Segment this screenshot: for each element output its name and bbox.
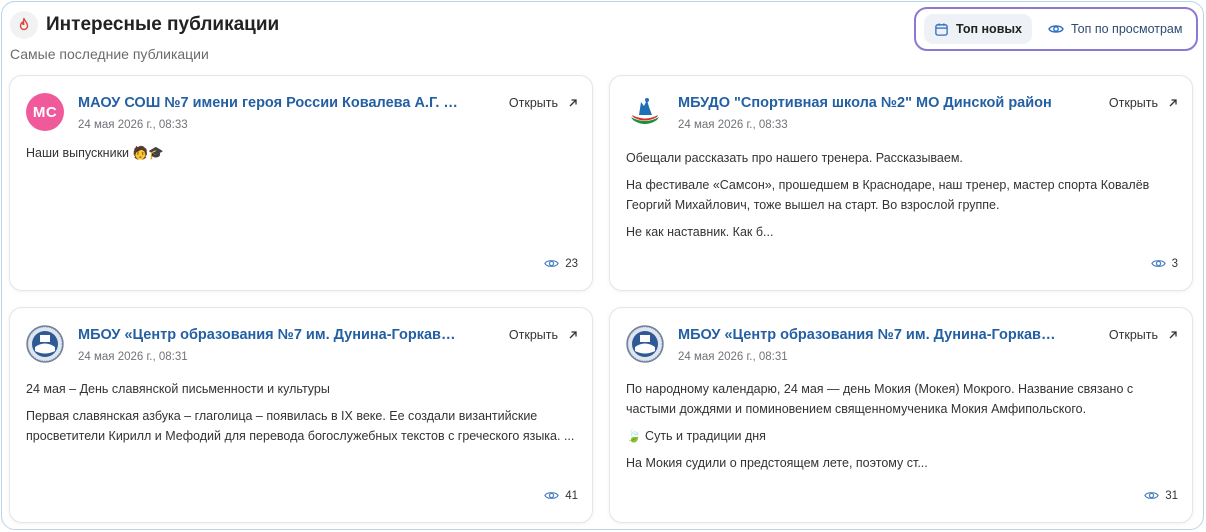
views-value: 23	[565, 257, 578, 270]
post-paragraph: На фестивале «Самсон», прошедшем в Красн…	[626, 178, 1150, 212]
arrow-up-right-icon	[1169, 99, 1177, 107]
fire-icon	[10, 11, 38, 39]
eye-icon	[1048, 25, 1064, 33]
top-new-button[interactable]: Топ новых	[924, 14, 1033, 44]
post-paragraph: Наши выпускники 🧑🎓	[26, 146, 164, 160]
views-value: 31	[1165, 489, 1178, 502]
post-paragraph: 🍃 Суть и традиции дня	[626, 429, 766, 443]
post-body: 24 мая – День славянской письменности и …	[26, 379, 576, 453]
post-author-link[interactable]: МБУДО "Спортивная школа №2" МО Динской р…	[678, 95, 1058, 111]
post-body: Обещали рассказать про нашего тренера. Р…	[626, 148, 1176, 249]
page-subtitle: Самые последние публикации	[10, 46, 209, 62]
calendar-icon	[935, 22, 948, 36]
sort-switch: Топ новых Топ по просмотрам	[914, 7, 1198, 51]
post-body: По народному календарю, 24 мая — день Мо…	[626, 379, 1176, 480]
post-body: Наши выпускники 🧑🎓	[26, 143, 576, 170]
views-value: 3	[1171, 257, 1178, 270]
open-label: Открыть	[1108, 328, 1158, 342]
page-title: Интересные публикации	[46, 14, 280, 35]
open-button[interactable]: Открыть	[509, 328, 578, 342]
top-new-label: Топ новых	[956, 22, 1023, 36]
post-author-link[interactable]: МБОУ «Центр образования №7 им. Дунина-Го…	[678, 327, 1058, 343]
post-date: 24 мая 2026 г., 08:33	[678, 119, 788, 131]
views-count: 23	[544, 256, 578, 271]
top-views-button[interactable]: Топ по просмотрам	[1038, 14, 1192, 44]
views-count: 31	[1144, 488, 1178, 503]
sports-school-logo[interactable]	[626, 93, 664, 131]
top-views-label: Топ по просмотрам	[1071, 22, 1183, 36]
post-card[interactable]: МБОУ «Центр образования №7 им. Дунина-Го…	[9, 307, 593, 523]
publications-widget: Интересные публикации Самые последние пу…	[1, 1, 1204, 530]
post-date: 24 мая 2026 г., 08:31	[678, 351, 788, 363]
education-center-emblem[interactable]	[26, 325, 64, 363]
open-label: Открыть	[508, 96, 558, 110]
post-date: 24 мая 2026 г., 08:33	[78, 119, 188, 131]
avatar[interactable]: МС	[26, 93, 64, 131]
eye-icon	[544, 492, 559, 499]
open-button[interactable]: Открыть	[1109, 328, 1178, 342]
post-paragraph: 24 мая – День славянской письменности и …	[26, 382, 330, 396]
views-count: 41	[544, 488, 578, 503]
open-label: Открыть	[1108, 96, 1158, 110]
arrow-up-right-icon	[569, 331, 577, 339]
avatar-initials: МС	[32, 103, 58, 121]
open-button[interactable]: Открыть	[1109, 96, 1178, 110]
post-card[interactable]: МБОУ «Центр образования №7 им. Дунина-Го…	[609, 307, 1193, 523]
education-center-emblem[interactable]	[626, 325, 664, 363]
eye-icon	[544, 260, 559, 267]
post-card[interactable]: МС МАОУ СОШ №7 имени героя России Ковале…	[9, 75, 593, 291]
post-author-link[interactable]: МАОУ СОШ №7 имени героя России Ковалева …	[78, 95, 458, 111]
post-paragraph: Не как наставник. Как б...	[626, 225, 774, 239]
post-date: 24 мая 2026 г., 08:31	[78, 351, 188, 363]
post-author-link[interactable]: МБОУ «Центр образования №7 им. Дунина-Го…	[78, 327, 458, 343]
post-paragraph: По народному календарю, 24 мая — день Мо…	[626, 382, 1134, 416]
post-card[interactable]: МБУДО "Спортивная школа №2" МО Динской р…	[609, 75, 1193, 291]
views-count: 3	[1150, 256, 1178, 271]
open-label: Открыть	[508, 328, 558, 342]
post-paragraph: Первая славянская азбука – глаголица – п…	[26, 409, 575, 443]
post-paragraph: На Мокия судили о предстоящем лете, поэт…	[626, 456, 928, 470]
arrow-up-right-icon	[569, 99, 577, 107]
views-value: 41	[565, 489, 578, 502]
post-paragraph: Обещали рассказать про нашего тренера. Р…	[626, 151, 963, 165]
eye-icon	[1150, 260, 1166, 267]
arrow-up-right-icon	[1169, 331, 1177, 339]
eye-icon	[1144, 492, 1159, 499]
open-button[interactable]: Открыть	[509, 96, 578, 110]
